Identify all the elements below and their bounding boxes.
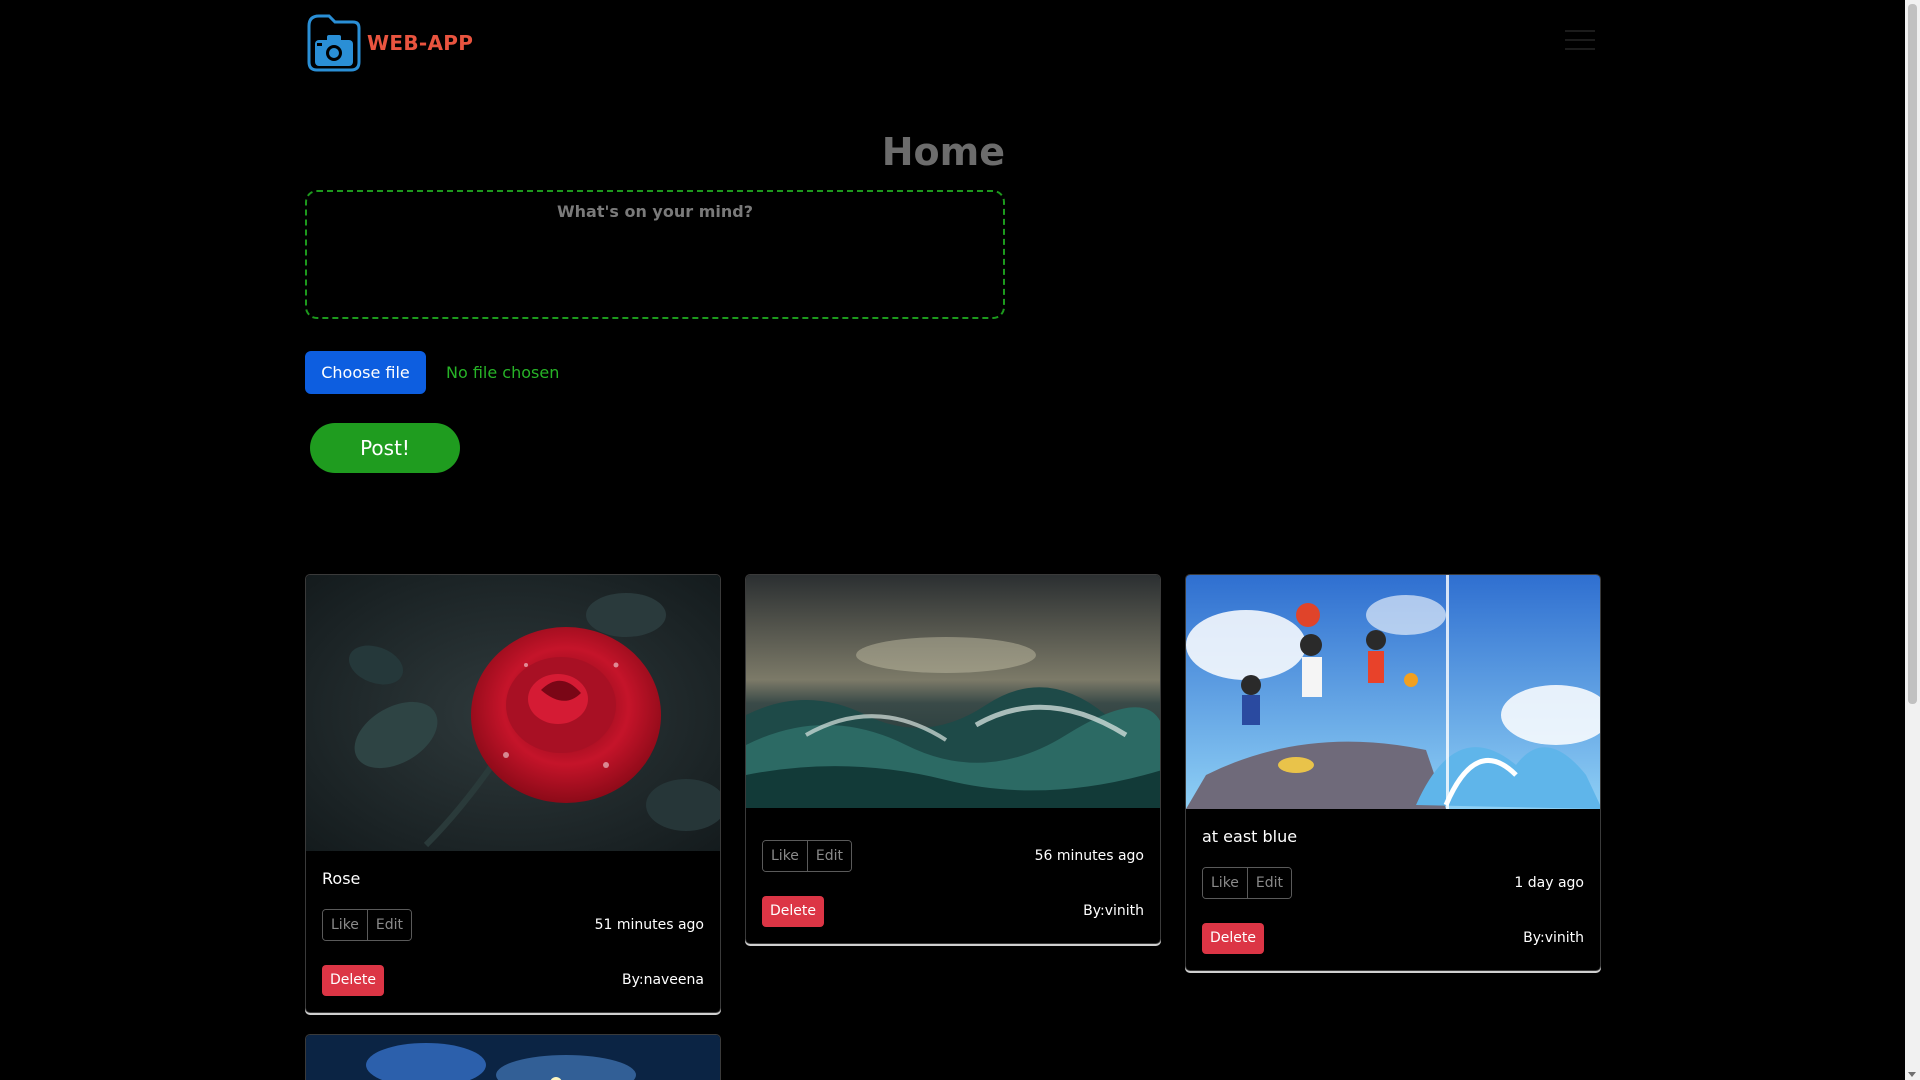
- scroll-down-icon[interactable]: [1908, 1072, 1916, 1077]
- camera-folder-icon: [305, 12, 363, 74]
- brand-link[interactable]: WEB-APP: [305, 12, 473, 74]
- like-button[interactable]: Like: [323, 910, 367, 940]
- post-action-group: Like Edit: [1202, 867, 1293, 899]
- post-image-night: [306, 1035, 720, 1080]
- delete-button[interactable]: Delete: [322, 964, 384, 996]
- hamburger-menu-icon[interactable]: [1565, 30, 1595, 52]
- post-timestamp: 51 minutes ago: [594, 917, 704, 933]
- post-caption: Rose: [322, 869, 361, 888]
- edit-button[interactable]: Edit: [366, 910, 412, 940]
- post-textarea[interactable]: [305, 190, 1005, 319]
- post-author: By:vinith: [1523, 930, 1584, 946]
- page-scrollbar[interactable]: [1905, 0, 1920, 1080]
- post-card: Like Edit 56 minutes ago Delete By:vinit…: [745, 574, 1161, 944]
- like-button[interactable]: Like: [1203, 868, 1247, 898]
- post-card: [305, 1034, 721, 1080]
- page-title: Home: [881, 130, 1005, 174]
- file-input: Choose file No file chosen: [305, 351, 559, 394]
- delete-button[interactable]: Delete: [762, 895, 824, 927]
- post-action-group: Like Edit: [762, 840, 853, 872]
- file-status: No file chosen: [446, 363, 560, 382]
- page: WEB-APP Home Choose file No file chosen …: [0, 0, 1920, 1080]
- post-button[interactable]: Post!: [310, 423, 460, 473]
- like-button[interactable]: Like: [763, 841, 807, 871]
- post-author: By:vinith: [1083, 903, 1144, 919]
- edit-button[interactable]: Edit: [1246, 868, 1292, 898]
- edit-button[interactable]: Edit: [806, 841, 852, 871]
- post-body: Rose Like Edit 51 minutes ago Delete By:…: [306, 851, 720, 1012]
- post-action-group: Like Edit: [322, 909, 413, 941]
- choose-file-button[interactable]: Choose file: [305, 351, 426, 394]
- post-body: Like Edit 56 minutes ago Delete By:vinit…: [746, 840, 1160, 943]
- post-timestamp: 1 day ago: [1514, 875, 1584, 891]
- post-card: Rose Like Edit 51 minutes ago Delete By:…: [305, 574, 721, 1013]
- brand-name: WEB-APP: [367, 31, 474, 55]
- post-timestamp: 56 minutes ago: [1034, 848, 1144, 864]
- post-card: at east blue Like Edit 1 day ago Delete …: [1185, 574, 1601, 971]
- navbar: WEB-APP: [305, 12, 1595, 74]
- scrollbar-thumb[interactable]: [1908, 4, 1917, 704]
- post-image-anime: [1186, 575, 1600, 809]
- delete-button[interactable]: Delete: [1202, 922, 1264, 954]
- post-author: By:naveena: [621, 972, 704, 988]
- post-caption: at east blue: [1202, 827, 1298, 846]
- post-image-rose: [306, 575, 720, 851]
- post-image-ocean: [746, 575, 1160, 808]
- post-body: at east blue Like Edit 1 day ago Delete …: [1186, 809, 1600, 970]
